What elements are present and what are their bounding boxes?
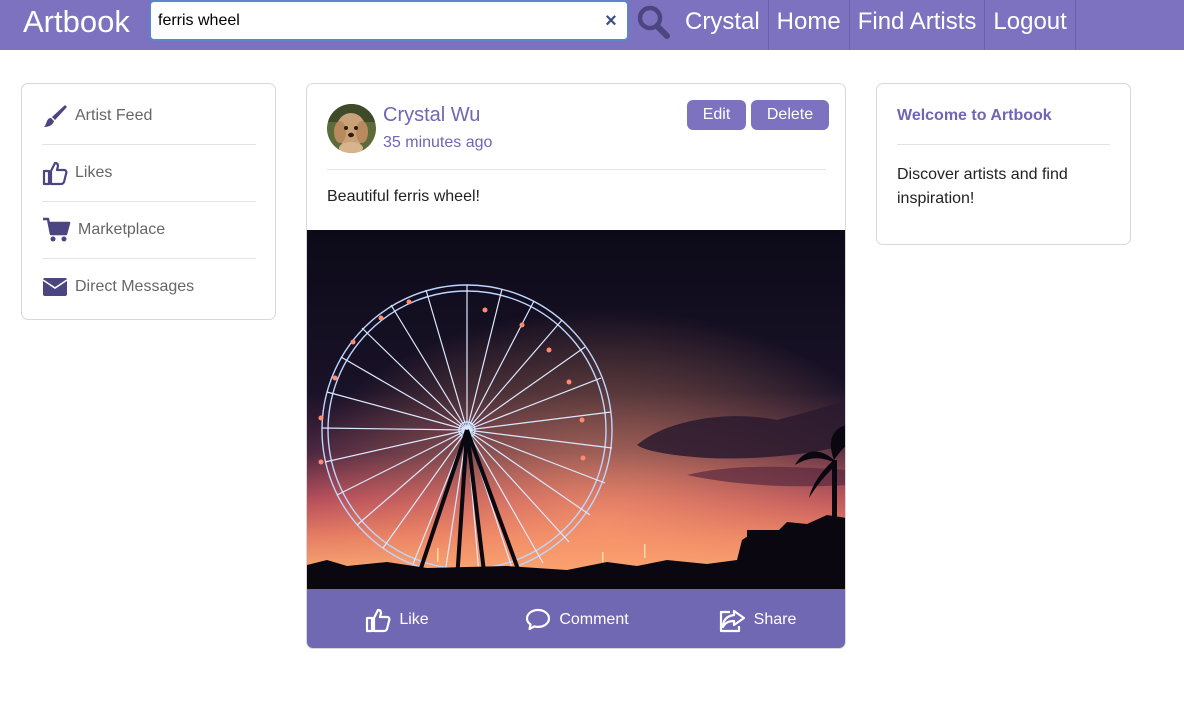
nav-link-find-artists[interactable]: Find Artists	[850, 0, 986, 50]
nav-link-logout[interactable]: Logout	[985, 0, 1076, 50]
envelope-icon	[42, 274, 68, 300]
clear-search-icon[interactable]: ×	[603, 10, 619, 32]
divider	[897, 144, 1110, 145]
sidebar-item-artist-feed[interactable]: Artist Feed	[42, 87, 256, 144]
paintbrush-icon	[42, 103, 68, 129]
share-icon	[719, 609, 745, 632]
sidebar-item-direct-messages[interactable]: Direct Messages	[42, 258, 256, 315]
post-text: Beautiful ferris wheel!	[327, 188, 480, 205]
welcome-text: Discover artists and find inspiration!	[897, 166, 1068, 207]
like-button[interactable]: Like	[307, 589, 487, 648]
sidebar-item-label: Direct Messages	[75, 277, 195, 295]
nav-link-home[interactable]: Home	[769, 0, 850, 50]
comment-button[interactable]: Comment	[487, 589, 667, 648]
search-input[interactable]	[158, 10, 598, 32]
edit-button[interactable]: Edit	[687, 100, 746, 130]
post-action-bar: Like Comment Share	[307, 589, 845, 648]
nav-links: Crystal Home Find Artists Logout	[677, 0, 1076, 50]
post-timestamp: 35 minutes ago	[383, 134, 493, 151]
shopping-cart-icon	[42, 217, 71, 243]
share-button[interactable]: Share	[667, 589, 845, 648]
welcome-title: Welcome to Artbook	[897, 107, 1052, 124]
sidebar-item-label: Marketplace	[78, 220, 166, 238]
top-navbar: Artbook × Crystal Home Find Artists Logo…	[0, 0, 1184, 50]
thumbs-up-icon	[42, 160, 68, 186]
post-image[interactable]	[307, 230, 845, 590]
nav-link-profile[interactable]: Crystal	[677, 0, 769, 50]
welcome-panel: Welcome to Artbook Discover artists and …	[876, 83, 1131, 245]
share-label: Share	[753, 610, 797, 628]
like-label: Like	[399, 610, 429, 628]
sidebar-item-label: Likes	[75, 163, 113, 181]
thumbs-up-icon	[366, 608, 391, 632]
brand-logo[interactable]: Artbook	[23, 4, 130, 40]
post-author-name[interactable]: Crystal Wu	[383, 104, 480, 127]
search-icon	[637, 5, 670, 39]
comment-label: Comment	[559, 610, 629, 628]
avatar[interactable]	[327, 104, 376, 153]
search-button[interactable]	[636, 2, 672, 42]
search-box: ×	[149, 0, 629, 41]
comment-icon	[526, 608, 551, 630]
divider	[327, 169, 826, 170]
delete-button[interactable]: Delete	[751, 100, 829, 130]
post-card: Crystal Wu 35 minutes ago Edit Delete Be…	[306, 83, 846, 649]
left-sidebar: Artist Feed Likes Marketplace Direct Mes…	[21, 83, 276, 320]
sidebar-item-marketplace[interactable]: Marketplace	[42, 201, 256, 258]
sidebar-item-likes[interactable]: Likes	[42, 144, 256, 201]
sidebar-item-label: Artist Feed	[75, 106, 153, 124]
